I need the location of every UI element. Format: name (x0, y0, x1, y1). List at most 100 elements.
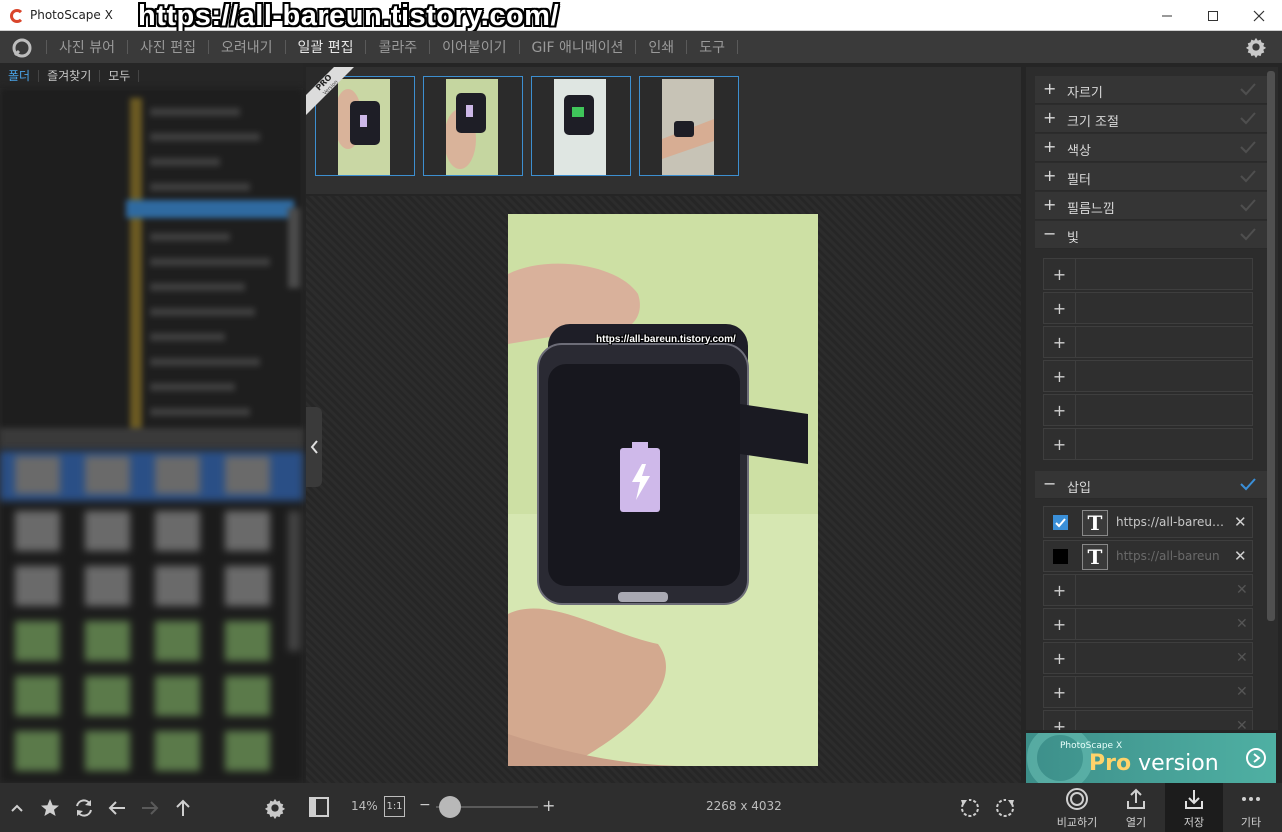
light-slot[interactable]: + (1043, 360, 1253, 392)
tool-section[interactable]: − 빛 (1035, 221, 1270, 249)
zoom-slider-thumb[interactable] (439, 796, 461, 818)
section-label: 색상 (1067, 144, 1091, 159)
chevron-left-icon (310, 440, 318, 454)
rotate-left-icon[interactable] (957, 796, 981, 820)
tools-panel-scrollbar[interactable] (1267, 71, 1275, 621)
collapse-panel-handle[interactable] (306, 407, 322, 487)
nav-tab[interactable]: 사진 뷰어 (47, 37, 127, 57)
section-insert[interactable]: − 삽입 (1035, 471, 1270, 499)
light-slot[interactable]: + (1043, 292, 1253, 324)
settings-gear-icon[interactable] (1245, 36, 1267, 58)
open-button[interactable]: 열기 (1107, 783, 1165, 832)
section-check-icon[interactable] (1239, 227, 1257, 241)
light-slot[interactable]: + (1043, 428, 1253, 460)
remove-item-icon[interactable]: ✕ (1234, 547, 1247, 565)
main-navigation: 사진 뷰어 사진 편집 오려내기 일괄 편집 콜라주 이어붙이기 GIF 애니메이션 인쇄 도구 (0, 31, 1282, 63)
zoom-in-icon[interactable]: + (542, 796, 555, 815)
image-dimensions: 2268 x 4032 (706, 799, 782, 813)
up-folder-arrow-icon[interactable] (172, 797, 194, 819)
tool-section[interactable]: + 크기 조절 (1035, 105, 1270, 133)
section-check-icon[interactable] (1239, 82, 1257, 96)
rotate-right-icon[interactable] (994, 796, 1018, 820)
pro-version-banner[interactable]: PhotoScape X Pro version (1026, 733, 1276, 783)
nav-tab[interactable]: 오려내기 (209, 37, 285, 57)
favorite-star-icon[interactable] (39, 797, 61, 819)
insert-empty-slot[interactable]: + ✕ (1043, 642, 1253, 674)
section-check-icon[interactable] (1239, 111, 1257, 125)
add-light-icon[interactable]: + (1044, 395, 1076, 425)
title-bar: PhotoScape X https://all-bareun.tistory.… (0, 0, 1282, 32)
nav-tab[interactable]: 인쇄 (636, 37, 686, 57)
photoscape-window: PhotoScape X https://all-bareun.tistory.… (0, 0, 1282, 832)
minimize-button[interactable] (1144, 0, 1190, 31)
nav-tab[interactable]: 도구 (687, 37, 737, 57)
nav-tab[interactable]: GIF 애니메이션 (520, 37, 636, 57)
action-toolbar: 비교하기 열기 저장 기타 (1026, 783, 1282, 832)
thumbnail-grid-blurred (0, 451, 303, 771)
maximize-button[interactable] (1190, 0, 1236, 31)
section-check-icon[interactable] (1239, 198, 1257, 212)
url-overlay-text: https://all-bareun.tistory.com/ (138, 0, 560, 32)
add-insert-icon[interactable]: + (1044, 609, 1076, 639)
compare-button[interactable]: 비교하기 (1048, 783, 1106, 832)
chevron-up-icon[interactable] (6, 797, 28, 819)
section-enabled-check-icon[interactable] (1239, 477, 1257, 491)
browser-settings-gear-icon[interactable] (264, 797, 286, 819)
nav-tab[interactable]: 일괄 편집 (286, 37, 366, 57)
close-button[interactable] (1236, 0, 1282, 31)
add-insert-icon[interactable]: + (1044, 575, 1076, 605)
insert-empty-slot[interactable]: + ✕ (1043, 574, 1253, 606)
filmstrip-thumbnail[interactable] (423, 76, 523, 176)
zoom-out-icon[interactable]: − (419, 797, 431, 813)
actual-size-button[interactable]: 1:1 (384, 796, 405, 817)
insert-empty-slot[interactable]: + ✕ (1043, 608, 1253, 640)
add-insert-icon[interactable]: + (1044, 711, 1076, 730)
tool-section[interactable]: + 필름느낌 (1035, 192, 1270, 220)
add-insert-icon[interactable]: + (1044, 677, 1076, 707)
forward-arrow-icon[interactable] (139, 797, 161, 819)
folder-tree[interactable] (0, 88, 303, 448)
section-check-icon[interactable] (1239, 140, 1257, 154)
more-button[interactable]: 기타 (1222, 783, 1280, 832)
add-light-icon[interactable]: + (1044, 327, 1076, 357)
maximize-icon (1208, 10, 1218, 21)
tool-section[interactable]: + 색상 (1035, 134, 1270, 162)
save-label: 저장 (1183, 816, 1205, 829)
nav-tab[interactable]: 사진 편집 (128, 37, 208, 57)
tool-section[interactable]: + 필터 (1035, 163, 1270, 191)
filmstrip-thumbnail[interactable] (639, 76, 739, 176)
filmstrip-thumbnail[interactable] (531, 76, 631, 176)
insert-item-checkbox[interactable] (1053, 549, 1068, 564)
browser-tab[interactable]: 폴더 (0, 69, 40, 82)
insert-item-checkbox-checked[interactable] (1053, 515, 1068, 530)
remove-item-icon[interactable]: ✕ (1234, 513, 1247, 531)
add-light-icon[interactable]: + (1044, 293, 1076, 323)
tool-section[interactable]: + 자르기 (1035, 76, 1270, 104)
photo-watch-charging (508, 214, 818, 766)
browser-tab[interactable]: 즐겨찾기 (39, 69, 101, 82)
light-slot[interactable]: + (1043, 258, 1253, 290)
insert-empty-slot[interactable]: + ✕ (1043, 676, 1253, 708)
add-insert-icon[interactable]: + (1044, 643, 1076, 673)
insert-item-row[interactable]: Thttps://all-bareun.tistory.com/ ✕ (1043, 506, 1253, 538)
insert-empty-slot[interactable]: + ✕ (1043, 710, 1253, 730)
fit-screen-icon[interactable] (308, 796, 330, 818)
banner-pro-word: Pro (1089, 751, 1132, 776)
add-light-icon[interactable]: + (1044, 361, 1076, 391)
section-toggle-icon: − (1043, 224, 1057, 243)
light-slot[interactable]: + (1043, 326, 1253, 358)
home-logo-icon[interactable] (11, 37, 33, 59)
thumbnail-grid[interactable] (0, 451, 303, 783)
section-label: 크기 조절 (1067, 115, 1119, 130)
save-button[interactable]: 저장 (1165, 783, 1223, 832)
browser-tab[interactable]: 모두 (100, 69, 140, 82)
insert-item-row[interactable]: Thttps://all-bareun ✕ (1043, 540, 1253, 572)
nav-tab[interactable]: 이어붙이기 (430, 37, 518, 57)
add-light-icon[interactable]: + (1044, 259, 1076, 289)
nav-tab[interactable]: 콜라주 (366, 37, 429, 57)
refresh-icon[interactable] (73, 797, 95, 819)
add-light-icon[interactable]: + (1044, 429, 1076, 459)
back-arrow-icon[interactable] (106, 797, 128, 819)
light-slot[interactable]: + (1043, 394, 1253, 426)
section-check-icon[interactable] (1239, 169, 1257, 183)
